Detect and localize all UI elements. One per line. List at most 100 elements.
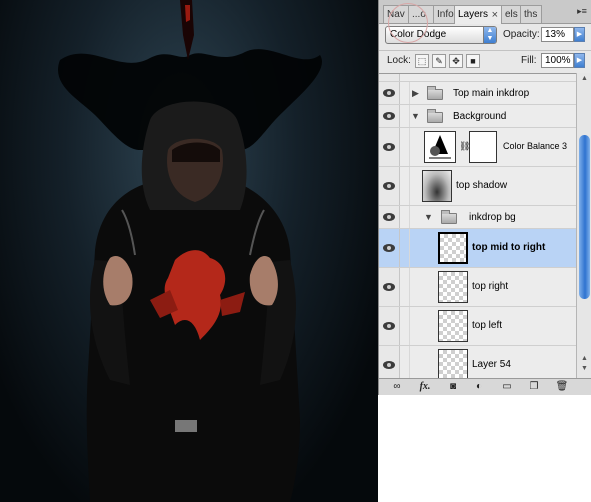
eye-icon	[383, 213, 395, 221]
tab-layers[interactable]: Layers ×	[454, 5, 502, 24]
fill-slider-arrow-icon[interactable]: ▶	[574, 53, 585, 68]
close-icon[interactable]: ×	[492, 6, 498, 24]
layer-color-balance-3[interactable]: ⛓ Color Balance 3	[379, 128, 576, 167]
layer-thumbnail	[438, 349, 468, 379]
layers-scrollbar[interactable]: ▲ ▲ ▼	[576, 73, 591, 378]
layers-list: ▶ Top main inkdrop ▼ Background ⛓ Color …	[379, 73, 576, 379]
lock-label: Lock:	[387, 55, 411, 66]
layer-link-gutter	[400, 167, 410, 205]
eye-icon	[383, 182, 395, 190]
layer-name: Layer 54	[472, 359, 511, 370]
new-layer-icon[interactable]: ❐	[526, 380, 542, 394]
layer-name: Background	[453, 111, 507, 122]
layer-top-mid-to-right[interactable]: top mid to right	[379, 229, 576, 268]
tab-paths[interactable]: ths	[520, 5, 542, 23]
layer-link-gutter	[400, 105, 410, 127]
fill-label: Fill:	[521, 55, 537, 66]
visibility-toggle[interactable]	[379, 229, 400, 267]
folder-icon	[427, 109, 443, 123]
layer-group-top-main-inkdrop[interactable]: ▶ Top main inkdrop	[379, 82, 576, 105]
layer-thumbnail	[438, 232, 468, 264]
layer-top-left[interactable]: top left	[379, 307, 576, 346]
layer-name: Top main inkdrop	[453, 88, 530, 99]
color-balance-icon	[429, 135, 451, 159]
expand-triangle-down-icon[interactable]: ▼	[424, 212, 433, 222]
panel-menu-icon[interactable]: ▸≡	[576, 5, 588, 17]
lock-pixels-brush-icon[interactable]: ✎	[432, 54, 446, 68]
adjustment-icon[interactable]: ◐	[471, 380, 487, 394]
opacity-input[interactable]: 13%	[541, 27, 574, 42]
expand-triangle-right-icon[interactable]: ▶	[412, 88, 419, 99]
layer-link-gutter	[400, 229, 410, 267]
eye-icon	[383, 361, 395, 369]
tab-label: Info	[437, 9, 454, 20]
layer-thumbnail	[422, 170, 452, 202]
opacity-slider-arrow-icon[interactable]: ▶	[574, 27, 585, 42]
layer-name: Color Balance 3	[503, 141, 568, 151]
layer-name: top right	[472, 281, 509, 292]
layer-group-inkdrop-bg[interactable]: ▼ inkdrop bg	[379, 206, 576, 229]
scroll-up-arrow-icon[interactable]: ▲	[579, 75, 590, 85]
scroll-down-arrow-icon[interactable]: ▼	[579, 365, 590, 375]
fx-icon[interactable]: fx.	[417, 380, 433, 394]
visibility-toggle[interactable]	[379, 268, 400, 306]
tab-label: ths	[524, 9, 538, 20]
scroll-up-arrow-icon[interactable]: ▲	[579, 355, 590, 365]
layer-top-shadow[interactable]: top shadow	[379, 167, 576, 206]
folder-icon	[441, 210, 457, 224]
fill-input[interactable]: 100%	[541, 53, 574, 68]
layer-name: inkdrop bg	[469, 212, 516, 223]
layers-bottom-toolbar: ∞ fx. ◙ ◐ ▭ ❐ 🗑	[379, 378, 591, 395]
tab-label: Layers	[458, 9, 489, 20]
layer-name: top mid to right	[472, 242, 546, 253]
artwork-canvas	[0, 0, 378, 502]
mask-icon[interactable]: ◙	[445, 380, 461, 394]
eye-icon	[383, 283, 395, 291]
layer-name: top left	[472, 320, 503, 331]
opacity-label: Opacity:	[503, 29, 540, 40]
folder-icon	[427, 86, 443, 100]
scrollbar-thumb[interactable]	[579, 135, 590, 299]
lock-position-move-icon[interactable]: ✥	[449, 54, 463, 68]
layer-link-gutter	[400, 307, 410, 345]
visibility-toggle[interactable]	[379, 346, 400, 379]
layer-top-right[interactable]: top right	[379, 268, 576, 307]
visibility-toggle[interactable]	[379, 206, 400, 228]
folder-icon[interactable]: ▭	[499, 380, 515, 394]
visibility-toggle[interactable]	[379, 167, 400, 205]
visibility-toggle[interactable]	[379, 74, 400, 81]
chevron-updown-icon: ▲ ▼	[483, 27, 496, 43]
eye-icon	[383, 244, 395, 252]
expand-triangle-down-icon[interactable]: ▼	[411, 111, 420, 121]
layer-mask-thumbnail[interactable]	[469, 131, 497, 163]
layers-panel: Nav ...o Info Layers × els ths ▸≡ Color …	[378, 0, 591, 395]
tab-label: els	[505, 9, 518, 20]
trash-icon[interactable]: 🗑	[554, 380, 570, 394]
layer-row-partial	[379, 74, 576, 82]
lock-all-padlock-icon[interactable]: ■	[466, 54, 480, 68]
visibility-toggle[interactable]	[379, 307, 400, 345]
layer-link-gutter	[400, 346, 410, 379]
lock-transparency-icon[interactable]: ⬚	[415, 54, 429, 68]
lock-fill-row: Lock: ⬚ ✎ ✥ ■ Fill: 100% ▶	[379, 50, 591, 73]
layer-54[interactable]: Layer 54	[379, 346, 576, 379]
link-icon[interactable]: ∞	[389, 380, 405, 394]
visibility-toggle[interactable]	[379, 105, 400, 127]
layer-name: top shadow	[456, 180, 508, 191]
layer-link-gutter	[400, 128, 410, 166]
layer-group-background[interactable]: ▼ Background	[379, 105, 576, 128]
eye-icon	[383, 89, 395, 97]
visibility-toggle[interactable]	[379, 128, 400, 166]
adjustment-thumbnail	[424, 131, 456, 163]
tab-channels[interactable]: els	[501, 5, 521, 23]
layer-link-gutter	[400, 206, 410, 228]
eye-icon	[383, 143, 395, 151]
layer-link-gutter	[400, 268, 410, 306]
annotation-circle	[388, 3, 428, 43]
eye-icon	[383, 322, 395, 330]
eye-icon	[383, 112, 395, 120]
hooded-figure-artwork	[58, 0, 322, 502]
visibility-toggle[interactable]	[379, 82, 400, 104]
layer-thumbnail	[438, 310, 468, 342]
tab-info[interactable]: Info	[433, 5, 455, 23]
